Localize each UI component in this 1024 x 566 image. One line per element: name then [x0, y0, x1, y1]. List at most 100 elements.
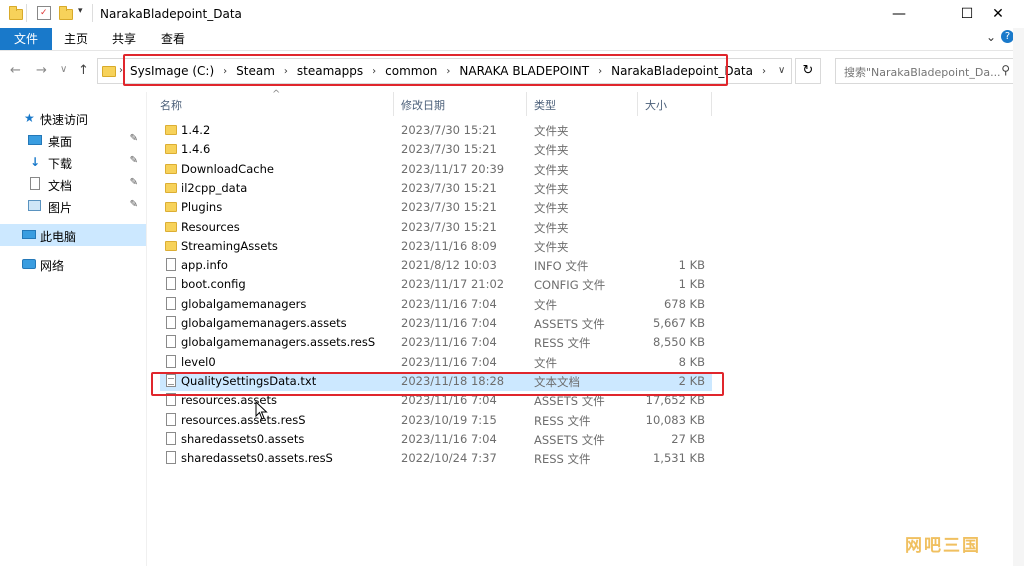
file-row[interactable]: globalgamemanagers.assets 2023/11/16 7:04… [160, 314, 712, 333]
file-row[interactable]: sharedassets0.assets 2023/11/16 7:04 ASSET… [160, 430, 712, 449]
search-icon[interactable]: ⚲ [1001, 63, 1010, 77]
file-icon [166, 451, 176, 465]
sidebar-item-this-pc[interactable]: 此电脑 [0, 224, 146, 246]
navigation-pane: ★ 快速访问 桌面 ✎ ↓ 下载 ✎ 文档 ✎ 图片 ✎ 此电脑 网络 [0, 92, 147, 566]
column-header-size[interactable]: 大小 [645, 97, 667, 113]
tab-view[interactable]: 查看 [161, 28, 185, 50]
tab-file[interactable]: 文件 [0, 28, 52, 50]
recent-locations-icon[interactable]: ∨ [60, 64, 67, 75]
file-size: 5,667 KB [652, 316, 705, 330]
file-date: 2023/7/30 15:21 [401, 180, 497, 195]
file-type: 文件夹 [534, 143, 569, 158]
file-row[interactable]: Plugins 2023/7/30 15:21 文件夹 [160, 198, 712, 217]
file-row[interactable]: 1.4.6 2023/7/30 15:21 文件夹 [160, 140, 712, 159]
file-name: il2cpp_data [181, 180, 248, 195]
minimize-button[interactable]: — [876, 0, 922, 28]
tab-home[interactable]: 主页 [64, 28, 88, 50]
back-button[interactable]: ← [10, 63, 21, 78]
tab-share[interactable]: 共享 [112, 28, 136, 50]
watermark-logo: 网吧三国 [905, 536, 981, 556]
sidebar-item-desktop[interactable]: 桌面 ✎ [0, 130, 146, 150]
file-date: 2023/11/16 7:04 [401, 431, 497, 446]
file-name: app.info [181, 258, 228, 273]
file-date: 2023/7/30 15:21 [401, 219, 497, 234]
file-type: 文件夹 [534, 239, 569, 254]
network-icon [22, 259, 36, 269]
pin-icon[interactable]: ✎ [130, 133, 138, 144]
column-divider[interactable] [711, 92, 712, 116]
file-date: 2023/11/16 7:04 [401, 335, 497, 350]
search-input[interactable] [842, 60, 1016, 84]
file-type: RESS 文件 [534, 452, 591, 467]
picture-icon [28, 200, 41, 211]
sidebar-item-downloads[interactable]: ↓ 下载 ✎ [0, 152, 146, 172]
file-name: Resources [181, 219, 240, 234]
file-row[interactable]: DownloadCache 2023/11/17 20:39 文件夹 [160, 160, 712, 179]
file-date: 2023/11/16 7:04 [401, 296, 497, 311]
file-icon [166, 258, 176, 272]
column-divider[interactable] [526, 92, 527, 116]
ribbon-expand-icon[interactable]: ⌄ [986, 30, 996, 44]
column-headers: ^ 名称 修改日期 类型 大小 [150, 89, 1024, 116]
file-icon [166, 277, 176, 291]
scrollbar[interactable] [1013, 28, 1024, 566]
file-row[interactable]: Resources 2023/7/30 15:21 文件夹 [160, 218, 712, 237]
file-row[interactable]: 1.4.2 2023/7/30 15:21 文件夹 [160, 121, 712, 140]
column-divider[interactable] [393, 92, 394, 116]
file-row[interactable]: level0 2023/11/16 7:04 文件 8 KB [160, 353, 712, 372]
column-header-type[interactable]: 类型 [534, 97, 556, 113]
up-button[interactable]: ↑ [78, 63, 89, 78]
file-name: sharedassets0.assets [181, 431, 305, 446]
file-date: 2023/7/30 15:21 [401, 123, 497, 137]
file-row[interactable]: app.info 2021/8/12 10:03 INFO 文件 1 KB [160, 256, 712, 275]
file-date: 2023/7/30 15:21 [401, 142, 497, 157]
address-highlight-box [123, 54, 728, 86]
sidebar-item-pictures[interactable]: 图片 ✎ [0, 196, 146, 216]
file-row[interactable]: boot.config 2023/11/17 21:02 CONFIG 文件 1 KB [160, 275, 712, 294]
file-row[interactable]: sharedassets0.assets.resS 2022/10/24 7:37… [160, 449, 712, 468]
file-row[interactable]: StreamingAssets 2023/11/16 8:09 文件夹 [160, 237, 712, 256]
file-type: 文件 [534, 355, 557, 370]
properties-icon[interactable]: ✓ [37, 6, 51, 20]
sidebar-item-quick-access[interactable]: ★ 快速访问 [0, 108, 146, 128]
quick-access-dropdown-icon[interactable]: ▾ [78, 6, 83, 16]
file-date: 2023/11/16 7:04 [401, 316, 497, 330]
folder-icon [165, 182, 177, 193]
column-header-name[interactable]: 名称 [160, 97, 182, 113]
pin-icon[interactable]: ✎ [130, 177, 138, 188]
file-type: CONFIG 文件 [534, 278, 606, 293]
file-name: Plugins [181, 200, 223, 215]
folder-icon [165, 202, 177, 213]
pin-icon[interactable]: ✎ [130, 199, 138, 210]
new-folder-icon[interactable] [59, 6, 73, 20]
chevron-right-icon[interactable]: › [762, 66, 766, 77]
sidebar-item-network[interactable]: 网络 [0, 254, 146, 274]
file-row[interactable]: globalgamemanagers.assets.resS 2023/11/16… [160, 333, 712, 352]
file-row[interactable]: globalgamemanagers 2023/11/16 7:04 文件 678 K… [160, 295, 712, 314]
star-icon: ★ [24, 111, 35, 125]
pin-icon[interactable]: ✎ [130, 155, 138, 166]
address-dropdown-icon[interactable]: ∨ [778, 65, 785, 76]
file-name: DownloadCache [181, 161, 274, 176]
file-type: INFO 文件 [534, 259, 589, 274]
file-type: 文件夹 [534, 201, 569, 216]
file-name: 1.4.6 [181, 142, 211, 157]
sidebar-item-label: 快速访问 [40, 113, 89, 127]
column-divider[interactable] [637, 92, 638, 116]
desktop-icon [28, 135, 42, 145]
file-date: 2022/10/24 7:37 [401, 451, 497, 466]
file-row[interactable]: il2cpp_data 2023/7/30 15:21 文件夹 [160, 179, 712, 198]
close-button[interactable]: ✕ [975, 0, 1021, 28]
column-header-date[interactable]: 修改日期 [401, 97, 445, 113]
refresh-button[interactable]: ↻ [795, 58, 821, 84]
search-box[interactable]: ⚲ [835, 58, 1017, 84]
file-type: RESS 文件 [534, 336, 591, 351]
sidebar-item-documents[interactable]: 文档 ✎ [0, 174, 146, 194]
file-size: 8,550 KB [652, 335, 705, 350]
forward-button[interactable]: → [36, 63, 47, 78]
file-date: 2023/11/17 20:39 [401, 161, 505, 176]
file-type: 文件 [534, 297, 557, 312]
file-row[interactable]: resources.assets.resS 2023/10/19 7:15 RESS… [160, 411, 712, 430]
sidebar-item-label: 下载 [48, 157, 73, 171]
file-size: 8 KB [678, 354, 705, 369]
